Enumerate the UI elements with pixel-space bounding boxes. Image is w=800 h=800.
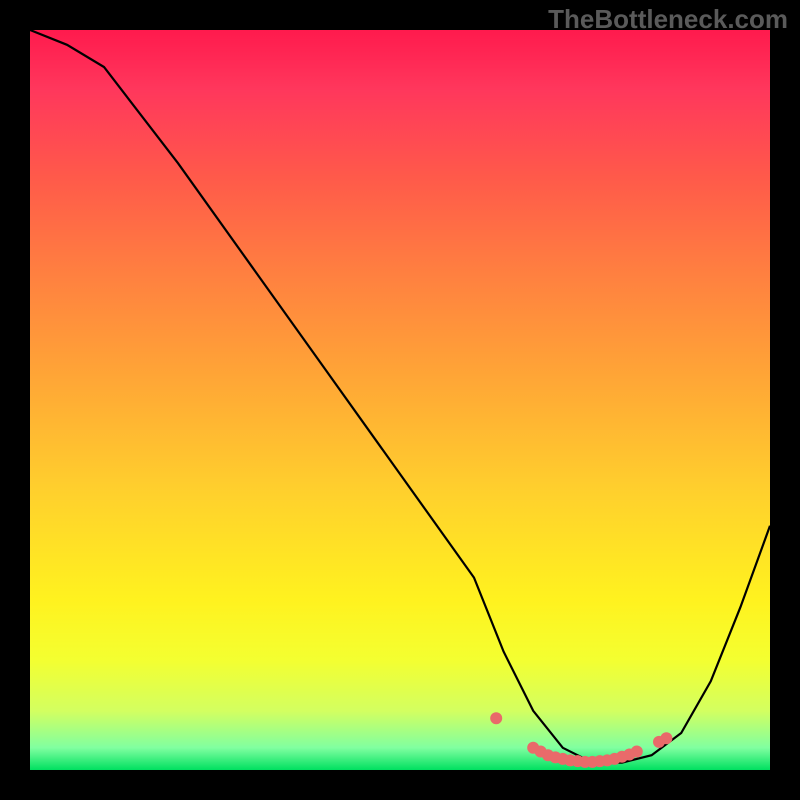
chart-container: TheBottleneck.com xyxy=(0,0,800,800)
highlight-dot xyxy=(660,732,672,744)
watermark-text: TheBottleneck.com xyxy=(548,4,788,35)
highlight-dot xyxy=(631,746,643,758)
bottleneck-curve-line xyxy=(30,30,770,763)
curve-layer xyxy=(30,30,770,770)
highlight-dot xyxy=(490,712,502,724)
plot-area xyxy=(30,30,770,770)
highlight-dots-group xyxy=(490,712,672,768)
